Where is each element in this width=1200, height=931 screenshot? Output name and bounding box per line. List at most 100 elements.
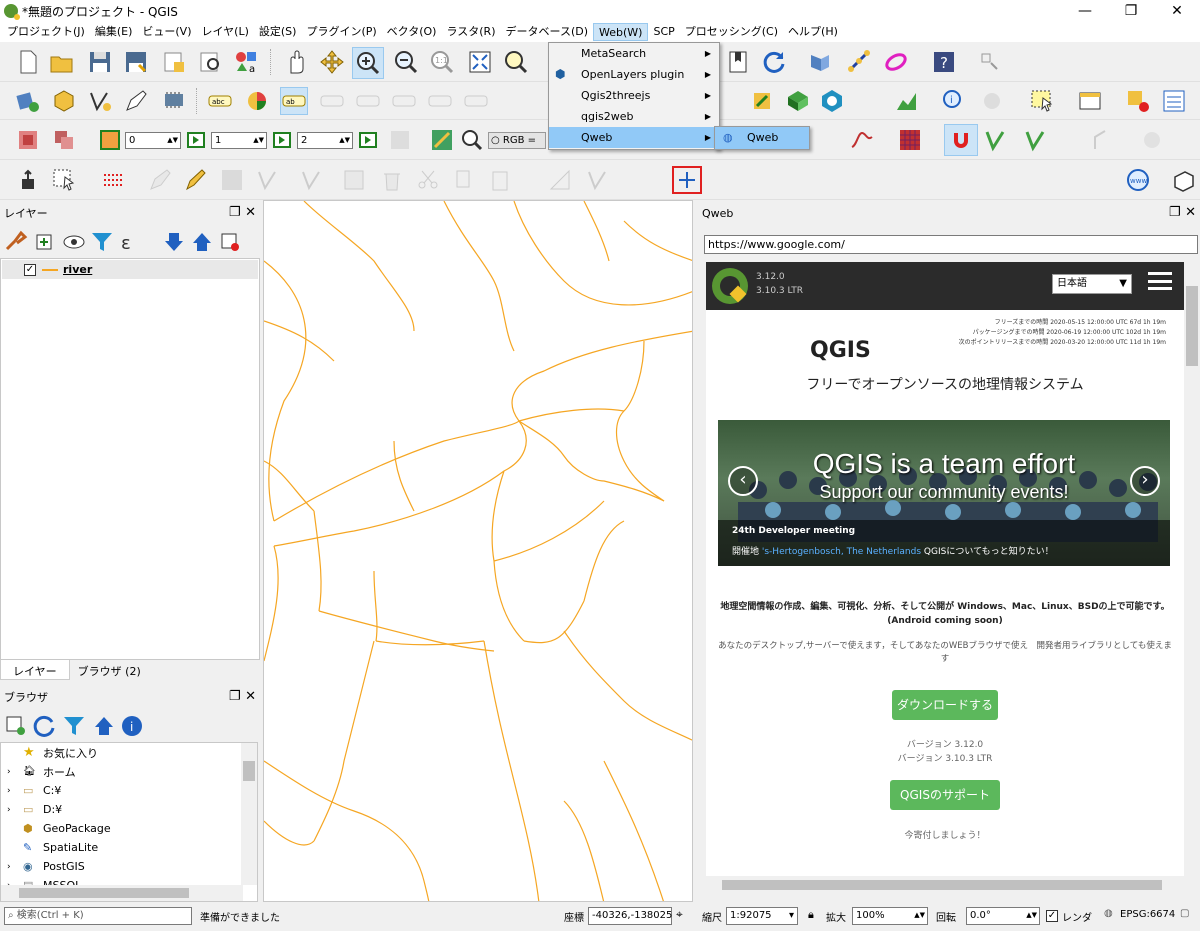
add-raster-icon[interactable] — [160, 87, 188, 115]
digitize-triangle-icon[interactable] — [546, 166, 574, 194]
raster-align-icon[interactable] — [50, 126, 78, 154]
attribute-table-icon[interactable] — [1076, 87, 1104, 115]
tab-browser[interactable]: ブラウザ (2) — [70, 660, 149, 680]
spectral-plot-icon[interactable] — [848, 126, 876, 154]
collapse-all-icon[interactable] — [188, 228, 216, 256]
browser-vscrollbar[interactable] — [241, 743, 257, 885]
hero-carousel[interactable]: QGIS is a team effort Support our commun… — [718, 420, 1170, 566]
gear-tool-icon[interactable] — [1138, 126, 1166, 154]
www-icon[interactable]: www — [1124, 166, 1152, 194]
filter-icon[interactable] — [88, 228, 116, 256]
menu-web[interactable]: Web(W) — [593, 23, 649, 41]
pan-icon[interactable] — [282, 48, 310, 76]
menu-help[interactable]: ヘルプ(H) — [783, 23, 843, 41]
menu-item-qweb[interactable]: Qweb ▶ — [549, 127, 719, 148]
toggle-editing-icon[interactable] — [182, 166, 210, 194]
carousel-next-icon[interactable]: › — [1130, 466, 1160, 496]
vertex-tool-icon[interactable] — [982, 126, 1010, 154]
browser-item-postgis[interactable]: › ◉ PostGIS — [1, 857, 257, 876]
crs-globe-icon[interactable]: ◍ — [1104, 908, 1113, 919]
menu-raster[interactable]: ラスタ(R) — [441, 23, 500, 41]
menu-settings[interactable]: 設定(S) — [254, 23, 302, 41]
vector-tool-icon[interactable] — [1022, 126, 1050, 154]
close-button[interactable]: ✕ — [1154, 0, 1200, 22]
tab-layers[interactable]: レイヤー — [0, 660, 70, 680]
menu-view[interactable]: ビュー(V) — [137, 23, 196, 41]
lock-icon[interactable]: 🔒︎ — [808, 908, 814, 922]
layer-row[interactable]: ✓ river — [2, 260, 258, 279]
style-manager-icon[interactable]: a — [232, 48, 260, 76]
menu-item-qgis2threejs[interactable]: Qgis2threejs ▶ — [549, 85, 719, 106]
browser-hscrollbar[interactable] — [1, 885, 243, 901]
band-table-icon[interactable] — [386, 126, 414, 154]
save-as-icon[interactable] — [122, 48, 150, 76]
layer-checkbox[interactable]: ✓ — [24, 264, 36, 276]
threejs-icon[interactable] — [784, 87, 812, 115]
render-checkbox[interactable]: ✓ — [1046, 910, 1058, 922]
coordinate-field[interactable]: -40326,-138025 — [588, 907, 672, 925]
add-vector-layer-icon[interactable] — [86, 87, 114, 115]
save-project-icon[interactable] — [86, 48, 114, 76]
scale-combo[interactable]: 1:92075 ▾ — [726, 907, 798, 925]
browser-item-favorites[interactable]: ★ お気に入り — [1, 743, 257, 762]
band-spin-2[interactable]: 1 ▲▼ — [211, 132, 267, 149]
data-source-manager-icon[interactable] — [14, 87, 42, 115]
band-spin-3[interactable]: 2 ▲▼ — [297, 132, 353, 149]
digitize-icon[interactable] — [122, 87, 150, 115]
band-set-icon[interactable] — [96, 126, 124, 154]
scp-zoom-icon[interactable] — [458, 126, 486, 154]
move-feature-icon[interactable] — [298, 166, 326, 194]
zoom-in-icon[interactable] — [352, 47, 384, 79]
band-next-icon-2[interactable] — [269, 126, 297, 154]
new-geopackage-icon[interactable] — [50, 87, 78, 115]
dock-float-close-icon[interactable]: ❐ ✕ — [1169, 205, 1196, 220]
pin-label-icon[interactable] — [318, 87, 346, 115]
browser-item-spatialite[interactable]: ✎ SpatiaLite — [1, 838, 257, 857]
layout-manager-icon[interactable] — [196, 48, 224, 76]
show-hide-label-icon[interactable] — [354, 87, 382, 115]
3d-box-icon[interactable] — [1170, 166, 1198, 194]
language-select[interactable]: 日本語 ▼ — [1052, 274, 1132, 294]
menu-project[interactable]: プロジェクト(J) — [2, 23, 90, 41]
crs-button[interactable]: EPSG:6674 — [1120, 909, 1175, 920]
copy-icon[interactable] — [450, 166, 478, 194]
expression-filter-icon[interactable]: ε — [116, 228, 144, 256]
dock-float-close-icon[interactable]: ❐ ✕ — [229, 689, 256, 704]
qgis2web-icon[interactable] — [818, 87, 846, 115]
zoom-native-icon[interactable]: 1:1 — [428, 48, 456, 76]
menu-scp[interactable]: SCP — [648, 23, 679, 41]
hamburger-menu-icon[interactable] — [1148, 272, 1172, 290]
cut-icon[interactable] — [414, 166, 442, 194]
paste-icon[interactable] — [486, 166, 514, 194]
carousel-prev-icon[interactable]: ‹ — [728, 466, 758, 496]
add-group-icon[interactable] — [30, 228, 58, 256]
select-area-icon[interactable] — [50, 166, 78, 194]
properties-info-icon[interactable]: i — [118, 712, 146, 740]
diagram-tool-icon[interactable] — [244, 87, 272, 115]
gps-icon[interactable] — [748, 87, 776, 115]
select-features-icon[interactable] — [1028, 87, 1056, 115]
new-project-icon[interactable] — [14, 48, 42, 76]
modify-attributes-icon[interactable] — [340, 166, 368, 194]
magnifier-spin[interactable]: 100% ▲▼ — [852, 907, 928, 925]
map-canvas[interactable] — [263, 200, 693, 902]
dotted-grid-icon[interactable] — [100, 166, 128, 194]
download-button[interactable]: ダウンロードする — [892, 690, 998, 720]
menu-item-metasearch[interactable]: MetaSearch ▶ — [549, 43, 719, 64]
expand-all-icon[interactable] — [160, 228, 188, 256]
deselect-icon[interactable] — [1124, 87, 1152, 115]
visibility-icon[interactable] — [60, 228, 88, 256]
add-selected-icon[interactable] — [2, 712, 30, 740]
zoom-out-icon[interactable] — [392, 48, 420, 76]
edit-pencil-disabled-icon[interactable] — [146, 166, 174, 194]
export-icon[interactable] — [14, 166, 42, 194]
help-icon[interactable]: ? — [930, 48, 958, 76]
web-vscrollbar[interactable] — [1184, 262, 1200, 876]
new-print-layout-icon[interactable] — [160, 48, 188, 76]
menu-database[interactable]: データベース(D) — [501, 23, 594, 41]
menu-vector[interactable]: ベクタ(O) — [382, 23, 442, 41]
menu-item-openlayers[interactable]: ⬢ OpenLayers plugin ▶ — [549, 64, 719, 85]
menu-processing[interactable]: プロセッシング(C) — [680, 23, 783, 41]
band-next-icon-3[interactable] — [355, 126, 383, 154]
browser-item-geopackage[interactable]: ⬢ GeoPackage — [1, 819, 257, 838]
